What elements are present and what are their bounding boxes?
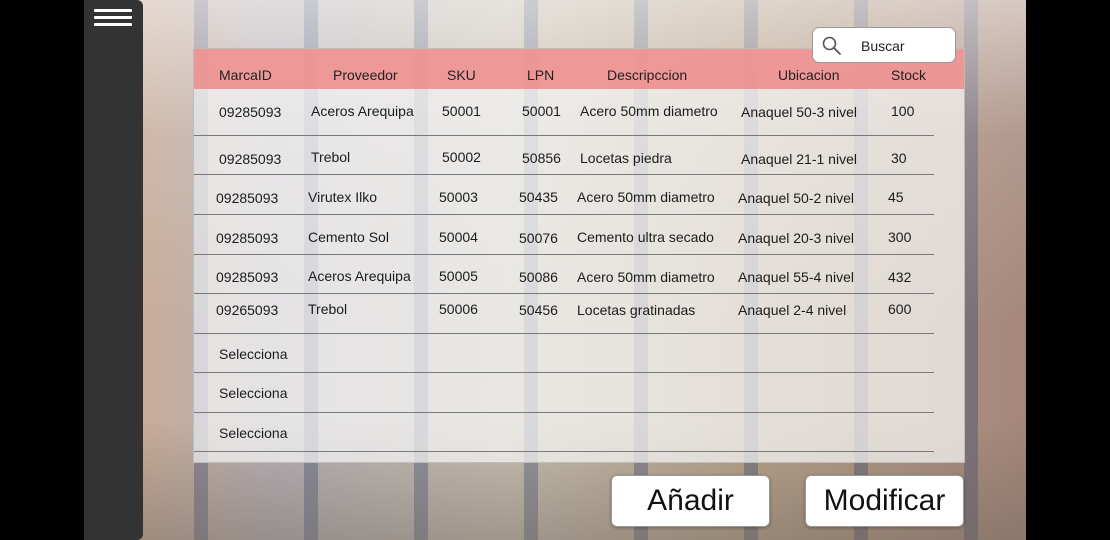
cell-proveedor: Aceros Arequipa xyxy=(311,103,414,119)
header-lpn: LPN xyxy=(527,67,555,83)
row-divider xyxy=(194,412,934,413)
cell-marcaid: 09285093 xyxy=(216,190,279,206)
cell-stock: 432 xyxy=(888,269,912,285)
search-input[interactable]: Buscar xyxy=(812,27,956,63)
cell-ubicacion: Anaquel 55-4 nivel xyxy=(738,269,854,285)
row-divider xyxy=(194,333,934,334)
cell-marcaid: 09285093 xyxy=(216,269,279,285)
select-placeholder: Selecciona xyxy=(219,385,288,401)
cell-lpn: 50076 xyxy=(519,230,558,246)
cell-descripcion: Acero 50mm diametro xyxy=(577,189,715,205)
cell-sku: 50004 xyxy=(439,229,478,245)
cell-marcaid: 09285093 xyxy=(219,104,282,120)
cell-ubicacion: Anaquel 20-3 nivel xyxy=(738,230,854,246)
row-divider xyxy=(194,135,934,136)
cell-lpn: 50856 xyxy=(522,150,561,166)
search-icon xyxy=(822,36,841,55)
cell-lpn: 50001 xyxy=(522,103,561,119)
cell-proveedor: Virutex Ilko xyxy=(308,189,377,205)
select-placeholder: Selecciona xyxy=(219,425,288,441)
header-descripcion: Descripccion xyxy=(607,67,688,83)
cell-stock: 30 xyxy=(891,150,907,166)
cell-stock: 300 xyxy=(888,229,912,245)
cell-lpn: 50086 xyxy=(519,269,558,285)
search-placeholder: Buscar xyxy=(861,38,905,54)
inventory-table: MarcaID Proveedor SKU LPN Descripccion U… xyxy=(193,48,965,463)
cell-proveedor: Aceros Arequipa xyxy=(308,268,411,284)
cell-descripcion: Acero 50mm diametro xyxy=(577,269,715,285)
row-divider xyxy=(194,451,934,452)
add-button[interactable]: Añadir xyxy=(611,475,770,527)
header-sku: SKU xyxy=(447,67,476,83)
cell-ubicacion: Anaquel 50-3 nivel xyxy=(741,104,857,120)
cell-lpn: 50435 xyxy=(519,189,558,205)
cell-proveedor: Trebol xyxy=(311,149,351,165)
cell-marcaid: 09265093 xyxy=(216,302,279,318)
header-stock: Stock xyxy=(891,67,927,83)
cell-stock: 100 xyxy=(891,103,915,119)
cell-marcaid: 09285093 xyxy=(216,230,279,246)
cell-sku: 50006 xyxy=(439,301,478,317)
cell-lpn: 50456 xyxy=(519,302,558,318)
header-proveedor: Proveedor xyxy=(333,67,398,83)
cell-stock: 600 xyxy=(888,301,912,317)
row-divider xyxy=(194,293,934,294)
cell-sku: 50003 xyxy=(439,189,478,205)
cell-descripcion: Locetas piedra xyxy=(580,150,672,166)
cell-descripcion: Locetas gratinadas xyxy=(577,302,696,318)
select-placeholder: Selecciona xyxy=(219,346,288,362)
row-divider xyxy=(194,174,934,175)
cell-ubicacion: Anaquel 2-4 nivel xyxy=(738,302,847,318)
cell-sku: 50005 xyxy=(439,268,478,284)
row-divider xyxy=(194,214,934,215)
header-ubicacion: Ubicacion xyxy=(778,67,840,83)
sidebar xyxy=(84,0,143,540)
cell-descripcion: Cemento ultra secado xyxy=(577,229,714,245)
cell-stock: 45 xyxy=(888,189,904,205)
cell-proveedor: Trebol xyxy=(308,301,348,317)
cell-sku: 50001 xyxy=(442,103,481,119)
modify-button[interactable]: Modificar xyxy=(805,475,964,527)
cell-marcaid: 09285093 xyxy=(219,151,282,167)
row-divider xyxy=(194,372,934,373)
cell-ubicacion: Anaquel 50-2 nivel xyxy=(738,190,854,206)
row-divider xyxy=(194,254,934,255)
cell-proveedor: Cemento Sol xyxy=(308,229,389,245)
cell-descripcion: Acero 50mm diametro xyxy=(580,103,718,119)
cell-sku: 50002 xyxy=(442,149,481,165)
header-marcaid: MarcaID xyxy=(219,67,272,83)
cell-ubicacion: Anaquel 21-1 nivel xyxy=(741,151,857,167)
hamburger-menu-icon[interactable] xyxy=(94,9,132,27)
